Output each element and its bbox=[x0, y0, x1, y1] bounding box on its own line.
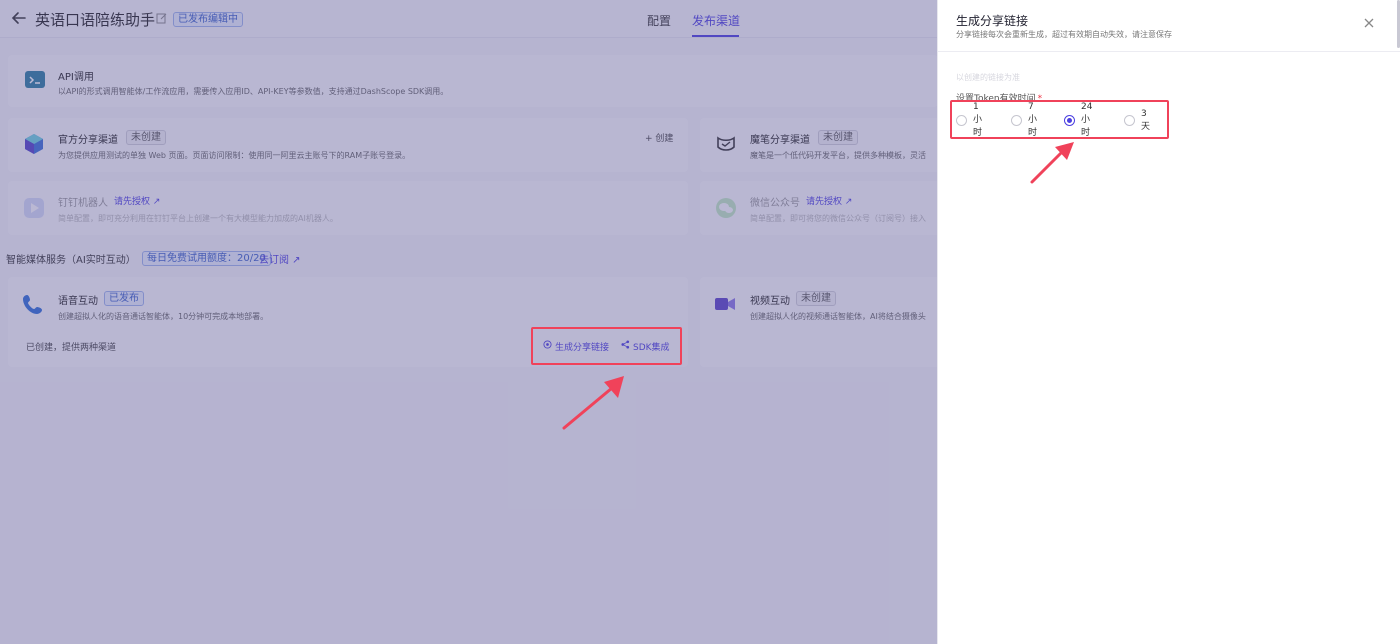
modao-status-badge: 未创建 bbox=[818, 130, 858, 145]
official-share-card: 官方分享渠道 未创建 为您提供应用测试的单独 Web 页面。页面访问限制：使用同… bbox=[8, 118, 688, 172]
phone-icon bbox=[23, 295, 42, 314]
api-title: API调用 bbox=[58, 72, 94, 83]
dingtalk-authorize-link[interactable]: 请先授权 ↗ bbox=[114, 194, 160, 207]
drawer-subtitle: 分享链接每次会重新生成，超过有效期自动失效，请注意保存 bbox=[956, 30, 1172, 39]
drawer-divider bbox=[938, 51, 1400, 52]
terminal-icon bbox=[25, 71, 45, 88]
video-interaction-card: 视频互动 未创建 创建超拟人化的视频通话智能体，AI将结合摄像头 bbox=[700, 277, 940, 367]
official-status-badge: 未创建 bbox=[126, 130, 166, 145]
wechat-title: 微信公众号 bbox=[750, 198, 800, 209]
active-tab-indicator bbox=[692, 35, 739, 37]
app-title: 英语口语陪练助手 bbox=[35, 11, 156, 29]
back-arrow-icon[interactable] bbox=[10, 9, 28, 27]
drawer-title: 生成分享链接 bbox=[956, 14, 1029, 28]
dingtalk-card: 钉钉机器人 简单配置，即可充分利用在钉钉平台上创建一个有大模型能力加成的AI机器… bbox=[8, 181, 688, 235]
quota-badge: 每日免费试用额度：20/20 bbox=[142, 251, 271, 266]
close-icon[interactable] bbox=[1363, 17, 1375, 29]
api-desc: 以API的形式调用智能体/工作流应用，需要传入应用ID、API-KEY等参数值，… bbox=[58, 87, 449, 96]
voice-title: 语音互动 bbox=[58, 296, 98, 307]
official-desc: 为您提供应用测试的单独 Web 页面。页面访问限制：使用同一阿里云主账号下的RA… bbox=[58, 151, 411, 160]
pointer-arrow-icon bbox=[1030, 142, 1074, 184]
voice-desc: 创建超拟人化的语音通话智能体，10分钟可完成本地部署。 bbox=[58, 312, 269, 321]
tab-publish-channels[interactable]: 发布渠道 bbox=[692, 12, 740, 29]
radio-options-highlight bbox=[950, 100, 1169, 139]
status-badge: 已发布编辑中 bbox=[173, 12, 243, 27]
voice-footer-text: 已创建，提供两种渠道 bbox=[26, 343, 117, 353]
voice-status-badge: 已发布 bbox=[104, 291, 144, 306]
modao-title: 魔笔分享渠道 bbox=[750, 135, 810, 146]
video-title: 视频互动 bbox=[750, 296, 790, 307]
drawer-hint: 以创建的链接为准 bbox=[956, 73, 1020, 82]
wechat-desc: 简单配置，即可将您的微信公众号（订阅号）接入 bbox=[750, 214, 926, 223]
share-link-drawer: 生成分享链接 分享链接每次会重新生成，超过有效期自动失效，请注意保存 以创建的链… bbox=[937, 0, 1400, 644]
cube-icon bbox=[25, 134, 43, 154]
edit-icon[interactable] bbox=[156, 12, 168, 24]
video-camera-icon bbox=[715, 298, 735, 310]
dingtalk-title: 钉钉机器人 bbox=[58, 198, 108, 209]
video-status-badge: 未创建 bbox=[796, 291, 836, 306]
api-card: API调用 以API的形式调用智能体/工作流应用，需要传入应用ID、API-KE… bbox=[8, 55, 938, 107]
tab-config[interactable]: 配置 bbox=[647, 12, 671, 29]
share-actions-highlight bbox=[531, 327, 682, 365]
pointer-arrow-icon bbox=[562, 376, 624, 430]
video-desc: 创建超拟人化的视频通话智能体，AI将结合摄像头 bbox=[750, 312, 926, 321]
modao-desc: 魔笔是一个低代码开发平台，提供多种模板，灵活 bbox=[750, 151, 926, 160]
wechat-card: 微信公众号 简单配置，即可将您的微信公众号（订阅号）接入 请先授权 ↗ bbox=[700, 181, 940, 235]
wechat-authorize-link[interactable]: 请先授权 ↗ bbox=[806, 194, 852, 207]
dingtalk-icon bbox=[24, 198, 44, 218]
modao-share-card: 魔笔分享渠道 未创建 魔笔是一个低代码开发平台，提供多种模板，灵活 bbox=[700, 118, 940, 172]
wechat-icon bbox=[716, 198, 736, 218]
create-button[interactable]: + 创建 bbox=[645, 131, 673, 144]
media-section-title: 智能媒体服务（AI实时互动） bbox=[6, 255, 136, 266]
official-title: 官方分享渠道 bbox=[58, 135, 118, 146]
subscribe-link[interactable]: 去订阅 ↗ bbox=[259, 251, 301, 266]
modao-icon bbox=[717, 136, 735, 151]
dingtalk-desc: 简单配置，即可充分利用在钉钉平台上创建一个有大模型能力加成的AI机器人。 bbox=[58, 214, 338, 223]
